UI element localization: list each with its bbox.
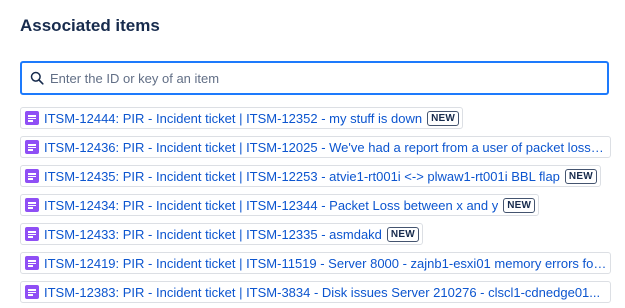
item-label: ITSM-12444: PIR - Incident ticket | ITSM… (44, 110, 423, 126)
ticket-icon (25, 285, 39, 299)
search-input[interactable] (50, 63, 595, 93)
list-item: ITSM-12436: PIR - Incident ticket | ITSM… (20, 136, 615, 165)
ticket-icon (25, 169, 39, 183)
ticket-icon (25, 111, 39, 125)
list-item: ITSM-12434: PIR - Incident ticket | ITSM… (20, 194, 615, 223)
item-label: ITSM-12383: PIR - Incident ticket | ITSM… (44, 284, 601, 300)
section-title: Associated items (20, 16, 160, 35)
new-badge: NEW (427, 110, 460, 126)
associated-items-list: ITSM-12444: PIR - Incident ticket | ITSM… (20, 107, 615, 308)
associated-item-link[interactable]: ITSM-12435: PIR - Incident ticket | ITSM… (20, 165, 601, 187)
new-badge: NEW (386, 226, 419, 242)
new-badge: NEW (564, 168, 597, 184)
ticket-icon (25, 256, 39, 270)
associated-item-link[interactable]: ITSM-12433: PIR - Incident ticket | ITSM… (20, 223, 423, 245)
associated-item-link[interactable]: ITSM-12383: PIR - Incident ticket | ITSM… (20, 281, 611, 303)
associated-item-link[interactable]: ITSM-12436: PIR - Incident ticket | ITSM… (20, 136, 611, 158)
list-item: ITSM-12444: PIR - Incident ticket | ITSM… (20, 107, 615, 136)
associated-item-link[interactable]: ITSM-12444: PIR - Incident ticket | ITSM… (20, 107, 464, 129)
item-label: ITSM-12434: PIR - Incident ticket | ITSM… (44, 197, 499, 213)
list-item: ITSM-12433: PIR - Incident ticket | ITSM… (20, 223, 615, 252)
associated-item-link[interactable]: ITSM-12419: PIR - Incident ticket | ITSM… (20, 252, 611, 274)
ticket-icon (25, 227, 39, 241)
ticket-icon (25, 140, 39, 154)
item-label: ITSM-12435: PIR - Incident ticket | ITSM… (44, 168, 560, 184)
associated-items-panel: Associated items ITSM-12444: PIR - Incid… (0, 0, 625, 308)
item-label: ITSM-12419: PIR - Incident ticket | ITSM… (44, 255, 607, 271)
item-label: ITSM-12436: PIR - Incident ticket | ITSM… (44, 139, 607, 155)
list-item: ITSM-12383: PIR - Incident ticket | ITSM… (20, 281, 615, 308)
list-item: ITSM-12435: PIR - Incident ticket | ITSM… (20, 165, 615, 194)
associated-item-link[interactable]: ITSM-12434: PIR - Incident ticket | ITSM… (20, 194, 540, 216)
item-label: ITSM-12433: PIR - Incident ticket | ITSM… (44, 226, 382, 242)
new-badge: NEW (503, 197, 536, 213)
search-icon (30, 71, 44, 85)
search-box[interactable] (20, 61, 609, 95)
list-item: ITSM-12419: PIR - Incident ticket | ITSM… (20, 252, 615, 281)
ticket-icon (25, 198, 39, 212)
